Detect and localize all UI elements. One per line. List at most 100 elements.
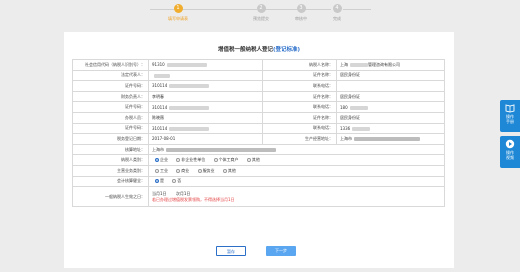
id-number-text: 310114 bbox=[152, 125, 168, 131]
date-option-next-month[interactable]: 次月1日 bbox=[176, 191, 191, 196]
accounting-address-text: 上海市 bbox=[152, 146, 164, 152]
id-number-value: 310114 bbox=[148, 80, 263, 92]
taxpayer-type-label: 纳税人类别： bbox=[72, 154, 149, 166]
phone-value bbox=[336, 80, 445, 92]
step-number: 4 bbox=[332, 4, 342, 13]
radio-enterprise[interactable] bbox=[155, 158, 159, 163]
id-number-label: 证件号码： bbox=[72, 80, 149, 92]
phone-label: 联系电话： bbox=[262, 80, 337, 92]
business-address-text: 上海市 bbox=[340, 135, 352, 141]
redacted-block bbox=[166, 63, 207, 68]
taxpayer-type-options: 企业 非企业性单位 个体工商户 其他 bbox=[148, 154, 445, 166]
table-row: 证件号码： 310114 联系电话： bbox=[72, 80, 445, 92]
effective-date-label: 一般纳税人生效之日： bbox=[72, 186, 149, 208]
radio-label: 非企业性单位 bbox=[181, 157, 206, 163]
radio-label: 是 bbox=[160, 178, 164, 184]
credit-code-value: 91310 bbox=[148, 59, 263, 71]
next-step-button[interactable]: 下一步 bbox=[266, 246, 296, 256]
id-number-value: 310114 bbox=[148, 122, 263, 135]
registration-date-value: 2017-08-01 bbox=[148, 133, 263, 145]
side-label: 视频 bbox=[506, 155, 514, 160]
radio-other[interactable] bbox=[246, 158, 251, 163]
id-number-text: 310114 bbox=[152, 83, 168, 89]
table-row: 会计核算健全： 是 否 bbox=[72, 175, 445, 188]
step-number: 1 bbox=[173, 4, 183, 13]
id-number-label: 证件号码： bbox=[72, 122, 149, 135]
id-type-label: 证件名称： bbox=[262, 90, 337, 103]
radio-label: 商业 bbox=[181, 167, 190, 173]
registration-standard-link[interactable]: (登记标准) bbox=[273, 47, 300, 53]
table-row: 一般纳税人生效之日： 当月1日 次月1日 若已办理过增值税发票领购，不得选择当月… bbox=[72, 186, 445, 208]
step-fill-form: 1 填写申请表 bbox=[148, 4, 208, 22]
phone-text: 1336 bbox=[340, 125, 351, 131]
table-row: 法定代表人： 证件名称： 居民身份证 bbox=[72, 69, 445, 82]
finance-head-value: 李明春 bbox=[148, 90, 263, 103]
radio-non-enterprise[interactable] bbox=[176, 158, 181, 163]
main-business-options: 工业 商业 服务业 其他 bbox=[148, 164, 445, 177]
progress-stepper: 1 填写申请表 2 预览提交 3 审核中 4 完成 bbox=[0, 0, 500, 28]
redacted-block bbox=[166, 147, 276, 152]
id-number-text: 310114 bbox=[152, 104, 168, 110]
phone-label: 联系电话： bbox=[262, 101, 337, 113]
phone-value: 1336 bbox=[336, 122, 445, 135]
radio-other[interactable] bbox=[222, 168, 227, 173]
phone-label: 联系电话： bbox=[262, 122, 337, 135]
redacted-block bbox=[352, 126, 371, 131]
legal-rep-value bbox=[148, 69, 263, 82]
radio-industry[interactable] bbox=[155, 168, 159, 173]
table-row: 税务登记日期： 2017-08-01 生产经营地址： 上海市 bbox=[72, 133, 445, 145]
phone-value: 180 bbox=[336, 101, 445, 113]
business-address-label: 生产经营地址： bbox=[262, 133, 337, 145]
table-row: 证件号码： 310114 联系电话： 1336 bbox=[72, 122, 445, 135]
step-number: 3 bbox=[296, 4, 306, 13]
radio-yes[interactable] bbox=[155, 179, 159, 184]
radio-no[interactable] bbox=[172, 179, 177, 184]
date-option-current-month[interactable]: 当月1日 bbox=[152, 191, 167, 196]
form-title: 增值税一般纳税人登记(登记标准) bbox=[64, 45, 454, 53]
table-row: 证件号码： 310114 联系电话： 180 bbox=[72, 101, 445, 113]
radio-label: 其他 bbox=[227, 167, 236, 173]
id-type-value: 居民身份证 bbox=[336, 111, 445, 124]
finance-head-label: 财务负责人： bbox=[72, 90, 149, 103]
redacted-block bbox=[349, 105, 368, 110]
redacted-block bbox=[354, 136, 420, 141]
effective-date-warning: 若已办理过增值税发票领购，不得选择当月1日 bbox=[152, 196, 235, 202]
accounting-address-label: 核算地址： bbox=[72, 143, 149, 156]
id-type-value: 居民身份证 bbox=[336, 90, 445, 103]
taxpayer-name-value: 上海 管理咨询有限公司 bbox=[336, 59, 445, 71]
legal-rep-label: 法定代表人： bbox=[72, 69, 149, 82]
redacted-block bbox=[169, 84, 210, 89]
id-type-label: 证件名称： bbox=[262, 69, 337, 82]
radio-label: 工业 bbox=[160, 167, 168, 173]
radio-service[interactable] bbox=[197, 168, 202, 173]
step-label: 填写申请表 bbox=[168, 16, 188, 21]
manual-side-button[interactable]: 操作 手册 bbox=[500, 100, 520, 132]
taxpayer-name-suffix: 管理咨询有限公司 bbox=[368, 61, 400, 67]
radio-label: 否 bbox=[177, 178, 182, 184]
table-row: 社会信用代码（纳税人识别号）： 91310 纳税人名称： 上海 管理咨询有限公司 bbox=[72, 59, 445, 71]
id-number-value: 310114 bbox=[148, 101, 263, 113]
table-row: 主营业务类别： 工业 商业 服务业 其他 bbox=[72, 164, 445, 177]
business-address-value: 上海市 bbox=[336, 133, 445, 145]
registration-date-label: 税务登记日期： bbox=[72, 133, 149, 145]
credit-code-label: 社会信用代码（纳税人识别号）： bbox=[72, 59, 149, 71]
credit-code-text: 91310 bbox=[152, 62, 165, 68]
save-draft-button[interactable]: 暂存 bbox=[216, 246, 246, 256]
table-row: 办税人员： 陈晓薇 证件名称： 居民身份证 bbox=[72, 111, 445, 124]
effective-date-value: 当月1日 次月1日 若已办理过增值税发票领购，不得选择当月1日 bbox=[148, 186, 445, 208]
radio-label: 服务业 bbox=[202, 167, 215, 173]
phone-text: 180 bbox=[340, 104, 348, 110]
video-side-button[interactable]: 操作 视频 bbox=[500, 136, 520, 168]
radio-individual-business[interactable] bbox=[213, 158, 218, 163]
form-title-text: 增值税一般纳税人登记 bbox=[217, 47, 273, 53]
step-complete: 4 完成 bbox=[307, 4, 367, 22]
accounting-sound-options: 是 否 bbox=[148, 175, 445, 188]
radio-label: 其他 bbox=[251, 157, 260, 163]
step-number: 2 bbox=[256, 4, 266, 13]
side-label: 手册 bbox=[506, 119, 514, 124]
taxpayer-name-prefix: 上海 bbox=[340, 61, 348, 67]
taxpayer-name-label: 纳税人名称： bbox=[262, 59, 337, 71]
redacted-block bbox=[350, 62, 368, 67]
redacted-block bbox=[169, 105, 210, 110]
radio-commerce[interactable] bbox=[176, 168, 181, 173]
